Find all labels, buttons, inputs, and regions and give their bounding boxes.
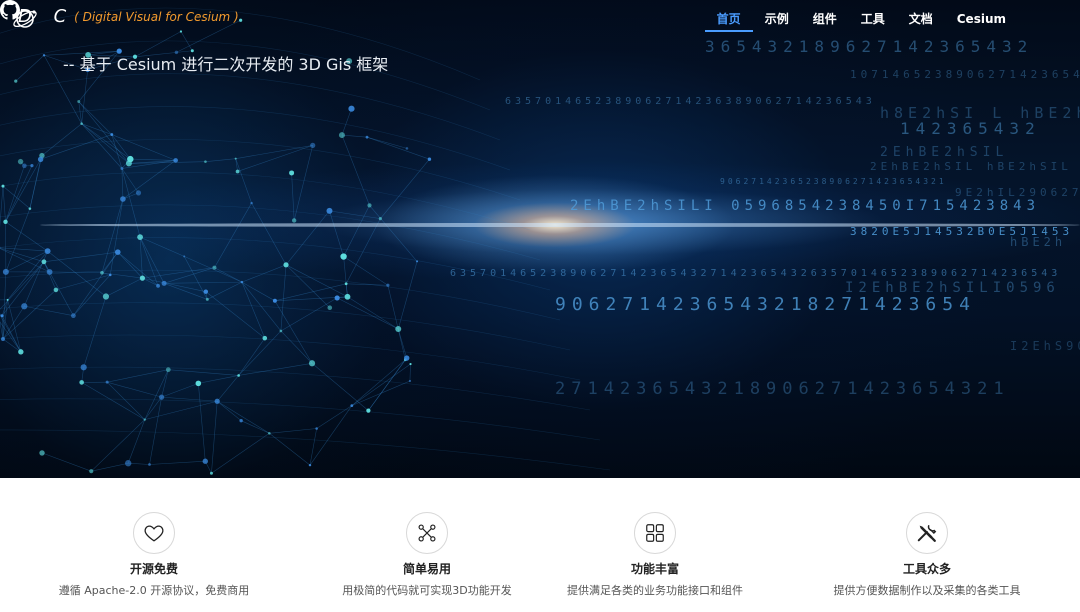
features-section: 开源免费 遵循 Apache-2.0 开源协议，免费商用 简单易用 用极简的代码… bbox=[0, 478, 1080, 612]
nav-item-home[interactable]: 首页 bbox=[704, 0, 753, 32]
digit-stream-row: 6357014652389062714236543271423654326357… bbox=[450, 268, 1061, 279]
digit-stream-row: 2EhBE2hSIL hBE2hSIL bbox=[870, 160, 1072, 173]
nodes-icon bbox=[418, 524, 436, 542]
digit-stream-row: 10714652389062714236543 bbox=[850, 68, 1080, 81]
nav-item-cesium[interactable]: Cesium bbox=[945, 0, 1018, 32]
feature-icon-circle bbox=[133, 512, 175, 554]
feature-icon-circle bbox=[634, 512, 676, 554]
feature-many-tools: 工具众多 提供方便数据制作以及采集的各类工具 bbox=[797, 512, 1057, 598]
nav-item-components[interactable]: 组件 bbox=[801, 0, 849, 32]
heart-icon bbox=[144, 525, 164, 542]
digit-stream-row: 142365432 bbox=[900, 119, 1041, 138]
feature-title: 工具众多 bbox=[902, 562, 951, 576]
hero-tagline: -- 基于 Cesium 进行二次开发的 3D Gis 框架 bbox=[63, 55, 389, 74]
digit-stream-row: 90627142365238906271423654321 bbox=[720, 177, 947, 186]
tools-icon bbox=[917, 524, 937, 542]
nav-item-tools[interactable]: 工具 bbox=[849, 0, 897, 32]
feature-rich-functions: 功能丰富 提供满足各类的业务功能接口和组件 bbox=[525, 512, 785, 598]
feature-icon-circle bbox=[906, 512, 948, 554]
feature-desc: 遵循 Apache-2.0 开源协议，免费商用 bbox=[58, 584, 250, 597]
digit-stream-row: I2EhS90 bbox=[1010, 339, 1080, 353]
github-icon[interactable] bbox=[0, 0, 20, 20]
digit-stream-row: 6357014652389062714236389062714236543 bbox=[505, 96, 876, 107]
feature-easy-to-use: 简单易用 用极简的代码就可实现3D功能开发 bbox=[297, 512, 557, 598]
feature-desc: 用极简的代码就可实现3D功能开发 bbox=[342, 584, 512, 597]
top-nav: D C ( Digital Visual for Cesium ) 首页 示例 … bbox=[0, 0, 1080, 40]
hero-banner: 365432189627142365432 1071465238906271423… bbox=[0, 0, 1080, 478]
digit-stream-row: 2EhBE2hSIL bbox=[880, 145, 1008, 160]
nav-item-examples[interactable]: 示例 bbox=[753, 0, 801, 32]
logo[interactable]: D C ( Digital Visual for Cesium ) bbox=[12, 6, 239, 28]
logo-subtitle: ( Digital Visual for Cesium ) bbox=[74, 9, 239, 24]
grid-icon bbox=[646, 524, 664, 542]
main-menu: 首页 示例 组件 工具 文档 Cesium bbox=[704, 0, 1018, 40]
feature-desc: 提供满足各类的业务功能接口和组件 bbox=[567, 584, 743, 597]
digit-stream-row: 9062714236543218271423654 bbox=[555, 294, 976, 315]
digit-stream-row: hBE2h bbox=[1010, 235, 1066, 249]
feature-open-source: 开源免费 遵循 Apache-2.0 开源协议，免费商用 bbox=[24, 512, 284, 598]
feature-icon-circle bbox=[406, 512, 448, 554]
digit-stream-row: 2EhBE2hSILI 0596854238450I715423843 bbox=[570, 198, 1040, 214]
feature-title: 开源免费 bbox=[129, 562, 178, 576]
digit-stream-row: 2714236543218906271423654321 bbox=[555, 379, 1010, 399]
feature-title: 简单易用 bbox=[402, 562, 451, 576]
feature-desc: 提供方便数据制作以及采集的各类工具 bbox=[833, 584, 1021, 597]
nav-item-docs[interactable]: 文档 bbox=[897, 0, 945, 32]
feature-title: 功能丰富 bbox=[630, 562, 679, 576]
